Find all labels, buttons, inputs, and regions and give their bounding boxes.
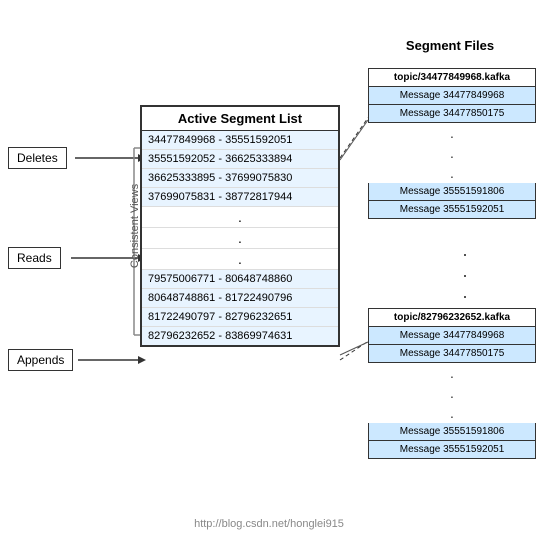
file-dots-2b: . bbox=[368, 383, 536, 403]
file-message-1-4: Message 35551592051 bbox=[368, 201, 536, 219]
segment-row-6: 80648748861 - 81722490796 bbox=[142, 289, 338, 308]
file-message-2-2: Message 34477850175 bbox=[368, 345, 536, 363]
file-message-1-1: Message 34477849968 bbox=[368, 87, 536, 105]
file-message-2-1: Message 34477849968 bbox=[368, 327, 536, 345]
segment-files-title: Segment Files bbox=[370, 38, 530, 53]
segment-row-8: 82796232652 - 83869974631 bbox=[142, 327, 338, 345]
reads-label: Reads bbox=[8, 247, 61, 269]
appends-label: Appends bbox=[8, 349, 73, 371]
segment-dots-2: . bbox=[142, 228, 338, 249]
file-topic-1: topic/34477849968.kafka bbox=[368, 68, 536, 87]
deletes-label: Deletes bbox=[8, 147, 67, 169]
watermark: http://blog.csdn.net/honglei915 bbox=[194, 518, 344, 530]
segment-dots-1: . bbox=[142, 207, 338, 228]
file-dots-2c: . bbox=[368, 403, 536, 423]
segment-row-2: 35551592052 - 36625333894 bbox=[142, 150, 338, 169]
main-canvas: Segment Files topic/34477849968.kafka Me… bbox=[0, 0, 538, 538]
file-dots-1b: . bbox=[368, 143, 536, 163]
segment-row-5: 79575006771 - 80648748860 bbox=[142, 270, 338, 289]
segment-row-7: 81722490797 - 82796232651 bbox=[142, 308, 338, 327]
file-topic-2: topic/82796232652.kafka bbox=[368, 308, 536, 327]
segment-row-4: 37699075831 - 38772817944 bbox=[142, 188, 338, 207]
file-dots-2: . bbox=[368, 363, 536, 383]
segment-dots-3: . bbox=[142, 249, 338, 270]
file-dots-1c: . bbox=[368, 163, 536, 183]
segment-row-3: 36625333895 - 37699075830 bbox=[142, 169, 338, 188]
file-message-2-3: Message 35551591806 bbox=[368, 423, 536, 441]
consistent-views-label: Consistent Views bbox=[129, 184, 141, 268]
active-segment-list: Active Segment List 34477849968 - 355515… bbox=[140, 105, 340, 347]
active-segment-title: Active Segment List bbox=[142, 107, 338, 131]
file-message-1-2: Message 34477850175 bbox=[368, 105, 536, 123]
segment-row-1: 34477849968 - 35551592051 bbox=[142, 131, 338, 150]
file-group-1: topic/34477849968.kafka Message 34477849… bbox=[368, 68, 536, 219]
between-groups-dots: . . . bbox=[440, 240, 490, 303]
file-dots-1: . bbox=[368, 123, 536, 143]
file-group-2: topic/82796232652.kafka Message 34477849… bbox=[368, 308, 536, 459]
file-message-2-4: Message 35551592051 bbox=[368, 441, 536, 459]
file-message-1-3: Message 35551591806 bbox=[368, 183, 536, 201]
